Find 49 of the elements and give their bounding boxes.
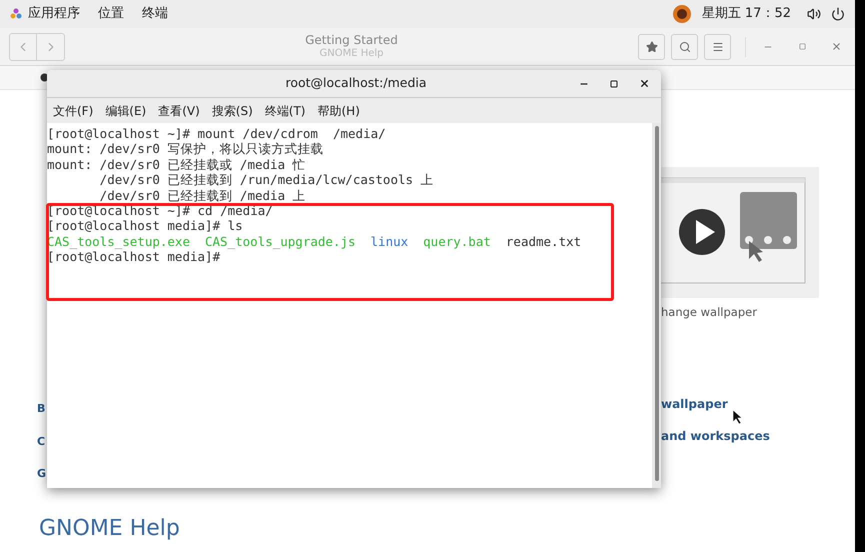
file-name: CAS_tools_setup.exe bbox=[47, 234, 190, 250]
terminal-line: [root@localhost ~]# mount /dev/cdrom /media/ bbox=[47, 126, 386, 142]
help-link[interactable]: and workspaces bbox=[661, 427, 770, 445]
avatar-icon bbox=[672, 4, 692, 24]
top-menu[interactable]: 应用程序 bbox=[28, 4, 80, 24]
close-icon bbox=[638, 78, 650, 89]
window-title: Getting Started bbox=[305, 33, 398, 48]
terminal-title: root@localhost:/media bbox=[284, 74, 427, 92]
terminal-menu[interactable]: 帮助(H) bbox=[317, 102, 360, 120]
terminal-menu[interactable]: 编辑(E) bbox=[105, 102, 146, 120]
power-icon[interactable] bbox=[831, 7, 845, 21]
terminal-line: mount: /dev/sr0 写保护，将以只读方式挂载 bbox=[47, 141, 324, 157]
bookmark-button[interactable] bbox=[638, 34, 665, 60]
maximize-icon bbox=[610, 80, 618, 88]
help-link[interactable]: wallpaper bbox=[661, 395, 728, 413]
menu-button[interactable] bbox=[704, 34, 731, 60]
clock[interactable]: 星期五 17：52 bbox=[702, 4, 791, 24]
top-menu[interactable]: 终端 bbox=[142, 4, 168, 24]
help-link[interactable]: G bbox=[37, 467, 46, 480]
terminal-line: /dev/sr0 已经挂载到 /run/media/lcw/castools 上 bbox=[98, 172, 434, 188]
terminal-menu[interactable]: 文件(F) bbox=[53, 102, 94, 120]
file-name: query.bat bbox=[423, 234, 491, 250]
terminal-line: [root@localhost media]# bbox=[47, 249, 222, 265]
video-caption: hange wallpaper bbox=[661, 304, 757, 321]
search-icon bbox=[678, 40, 690, 52]
help-link[interactable]: C bbox=[37, 435, 46, 448]
terminal-line: mount: /dev/sr0 已经挂载或 /media 忙 bbox=[47, 156, 306, 172]
close-icon bbox=[830, 41, 842, 52]
terminal-line: [root@localhost ~]# cd /media/ bbox=[47, 202, 273, 218]
terminal-menu[interactable]: 搜索(S) bbox=[212, 102, 253, 120]
star-icon bbox=[646, 40, 658, 52]
help-link[interactable]: B bbox=[37, 402, 46, 415]
top-menu[interactable]: 位置 bbox=[98, 4, 124, 24]
scrollbar[interactable] bbox=[652, 123, 661, 488]
file-name: CAS_tools_upgrade.js bbox=[205, 234, 356, 250]
maximize-icon bbox=[798, 43, 806, 50]
terminal-menu[interactable]: 查看(V) bbox=[158, 102, 200, 120]
cursor-icon bbox=[733, 410, 743, 424]
file-name: readme.txt bbox=[506, 234, 582, 250]
volume-icon[interactable] bbox=[807, 7, 821, 21]
file-name: linux bbox=[370, 234, 408, 250]
scrollbar-thumb[interactable] bbox=[654, 126, 658, 481]
terminal-line: /dev/sr0 已经挂载到 /media 上 bbox=[98, 188, 306, 203]
apps-icon bbox=[10, 8, 22, 20]
search-button[interactable] bbox=[671, 34, 698, 60]
terminal-menu[interactable]: 终端(T) bbox=[264, 102, 306, 120]
footer-link[interactable]: GNOME Help bbox=[39, 512, 180, 545]
menu-icon bbox=[712, 40, 724, 52]
terminal-line: [root@localhost media]# ls bbox=[47, 218, 243, 234]
